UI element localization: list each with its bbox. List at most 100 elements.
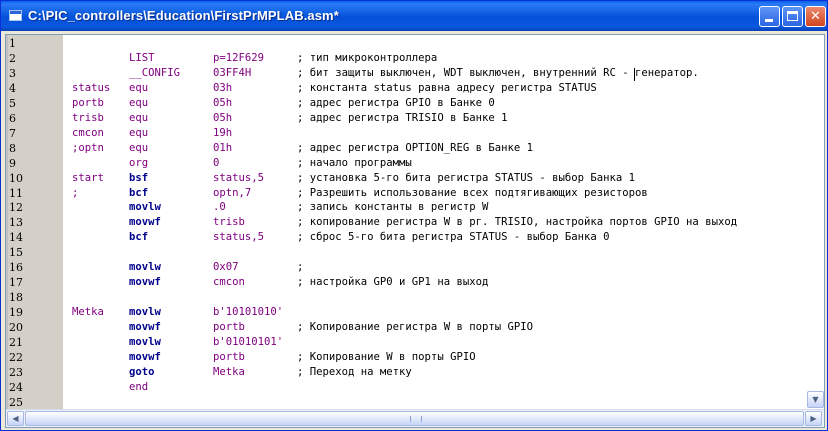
- code-comment: ; настройка GP0 и GP1 на выход: [297, 276, 489, 289]
- code-mnemonic: equ: [129, 111, 149, 124]
- arrow-right-icon: ▶: [810, 414, 817, 423]
- code-line[interactable]: movlw .0 ; запись константы в регистр W: [63, 201, 824, 216]
- code-line[interactable]: movwf portb ; Копирование регистра W в пор…: [63, 321, 824, 336]
- code-label: portb: [72, 96, 104, 109]
- close-button[interactable]: ✕: [805, 6, 826, 27]
- code-comment: ;: [297, 261, 304, 274]
- code-mnemonic: bsf: [129, 171, 149, 184]
- code-mnemonic: equ: [129, 141, 149, 154]
- code-mnemonic: movwf: [129, 350, 161, 363]
- scroll-left-button[interactable]: ◀: [7, 411, 24, 426]
- line-number: 15: [9, 246, 23, 260]
- line-number: 5: [9, 96, 16, 110]
- code-label: ;: [72, 186, 79, 199]
- grip-icon: [410, 416, 422, 422]
- code-mnemonic: movwf: [129, 216, 161, 229]
- code-line[interactable]: ; bcf optn,7 ; Разрешить использование всех…: [63, 187, 824, 202]
- maximize-button[interactable]: [782, 6, 803, 27]
- line-number: 17: [9, 276, 23, 290]
- scroll-right-button[interactable]: ▶: [805, 411, 822, 426]
- code-operand: 03FF4H: [213, 66, 252, 79]
- code-line[interactable]: movwf portb ; Копирование W в порты GPIO: [63, 351, 824, 366]
- code-line[interactable]: end: [63, 381, 824, 396]
- code-line[interactable]: Metka movlw b'10101010': [63, 306, 824, 321]
- code-line[interactable]: [63, 291, 824, 306]
- code-comment: ; сброс 5-го бита регистра STATUS - выбо…: [297, 231, 610, 244]
- line-number: 19: [9, 306, 23, 320]
- code-operand: status,5: [213, 231, 265, 244]
- line-number: 14: [9, 231, 23, 245]
- code-line[interactable]: start bsf status,5 ; установка 5-го бита ре…: [63, 172, 824, 187]
- code-mnemonic: movlw: [129, 306, 161, 319]
- code-line[interactable]: bcf status,5 ; сброс 5-го бита регистра ST…: [63, 231, 824, 246]
- code-line[interactable]: [63, 246, 824, 261]
- code-operand: portb: [213, 350, 245, 363]
- code-mnemonic: __CONFIG: [129, 66, 181, 79]
- title-bar[interactable]: C:\PIC_controllers\Education\FirstPrMPLA…: [1, 1, 827, 31]
- arrow-left-icon: ◀: [12, 414, 19, 423]
- code-operand: 05h: [213, 96, 233, 109]
- code-line[interactable]: goto Metka ; Переход на метку: [63, 366, 824, 381]
- code-mnemonic: bcf: [129, 231, 149, 244]
- editor-window: C:\PIC_controllers\Education\FirstPrMPLA…: [0, 0, 828, 431]
- code-operand: 03h: [213, 81, 233, 94]
- line-number: 22: [9, 350, 23, 364]
- code-line[interactable]: ;optn equ 01h ; адрес регистра OPTION_REG в…: [63, 142, 824, 157]
- text-cursor: [634, 67, 635, 81]
- maximize-icon: [787, 11, 798, 21]
- line-number: 20: [9, 321, 23, 335]
- code-label: cmcon: [72, 126, 104, 139]
- code-mnemonic: movlw: [129, 336, 161, 348]
- scroll-thumb[interactable]: [25, 411, 804, 426]
- line-number: 21: [9, 336, 23, 349]
- line-number: 25: [9, 395, 23, 409]
- code-mnemonic: equ: [129, 126, 149, 139]
- close-icon: ✕: [810, 9, 821, 24]
- code-line[interactable]: portb equ 05h ; адрес регистра GPIO в Банке…: [63, 97, 824, 112]
- code-line[interactable]: movlw b'01010101': [63, 336, 824, 351]
- code-label: ;optn: [72, 141, 104, 154]
- code-line[interactable]: movlw 0x07;: [63, 261, 824, 276]
- code-line[interactable]: cmcon equ 19h: [63, 127, 824, 142]
- code-comment: ; установка 5-го бита регистра STATUS - …: [297, 171, 636, 184]
- minimize-button[interactable]: [759, 6, 780, 27]
- code-operand: optn,7: [213, 186, 252, 199]
- code-line[interactable]: [63, 37, 824, 52]
- minimize-icon: [765, 19, 773, 22]
- line-number: 24: [9, 380, 23, 394]
- code-line[interactable]: status equ 03h ; константа status равна адр…: [63, 82, 824, 97]
- code-label: status: [72, 81, 111, 94]
- code-line[interactable]: org 0 ; начало программы: [63, 157, 824, 172]
- window-title: C:\PIC_controllers\Education\FirstPrMPLA…: [28, 8, 339, 23]
- code-operand: portb: [213, 321, 245, 334]
- breakpoint-margin[interactable]: [6, 35, 8, 409]
- line-number: 4: [9, 81, 16, 95]
- code-label: trisb: [72, 111, 104, 124]
- code-line[interactable]: movwf cmcon ; настройка GP0 и GP1 на выход: [63, 276, 824, 291]
- code-editor[interactable]: LIST p=12F629 ; тип микроконтроллера __CONF…: [63, 35, 824, 409]
- code-comment: ; адрес регистра GPIO в Банке 0: [297, 96, 495, 109]
- code-operand: 01h: [213, 141, 233, 154]
- code-comment: ; начало программы: [297, 156, 412, 169]
- code-mnemonic: movwf: [129, 276, 161, 289]
- line-number: 11: [9, 186, 23, 200]
- line-number: 1: [9, 37, 16, 50]
- code-comment: ; Переход на метку: [297, 365, 412, 378]
- code-line[interactable]: __CONFIG 03FF4H ; бит защиты выключен, WDT…: [63, 67, 824, 82]
- code-operand: trisb: [213, 216, 245, 229]
- code-line[interactable]: movwf trisb ; копирование регистра W в рг.…: [63, 216, 824, 231]
- line-number: 16: [9, 261, 23, 275]
- editor-client-area: LIST p=12F629 ; тип микроконтроллера __CONF…: [5, 34, 825, 428]
- code-line[interactable]: LIST p=12F629 ; тип микроконтроллера: [63, 52, 824, 67]
- line-number: 3: [9, 66, 16, 80]
- code-line[interactable]: trisb equ 05h ; адрес регистра TRISIO в Бан…: [63, 112, 824, 127]
- line-number: 13: [9, 216, 23, 230]
- code-mnemonic: end: [129, 380, 149, 393]
- scroll-down-button[interactable]: ▼: [807, 391, 824, 408]
- code-comment: ; Разрешить использование всех подтягива…: [297, 186, 648, 199]
- code-comment: ; константа status равна адресу регистра…: [297, 81, 597, 94]
- horizontal-scrollbar[interactable]: ◀ ▶: [6, 409, 824, 427]
- line-number: 23: [9, 365, 23, 379]
- code-operand: cmcon: [213, 276, 245, 289]
- code-comment: ; тип микроконтроллера: [297, 51, 438, 64]
